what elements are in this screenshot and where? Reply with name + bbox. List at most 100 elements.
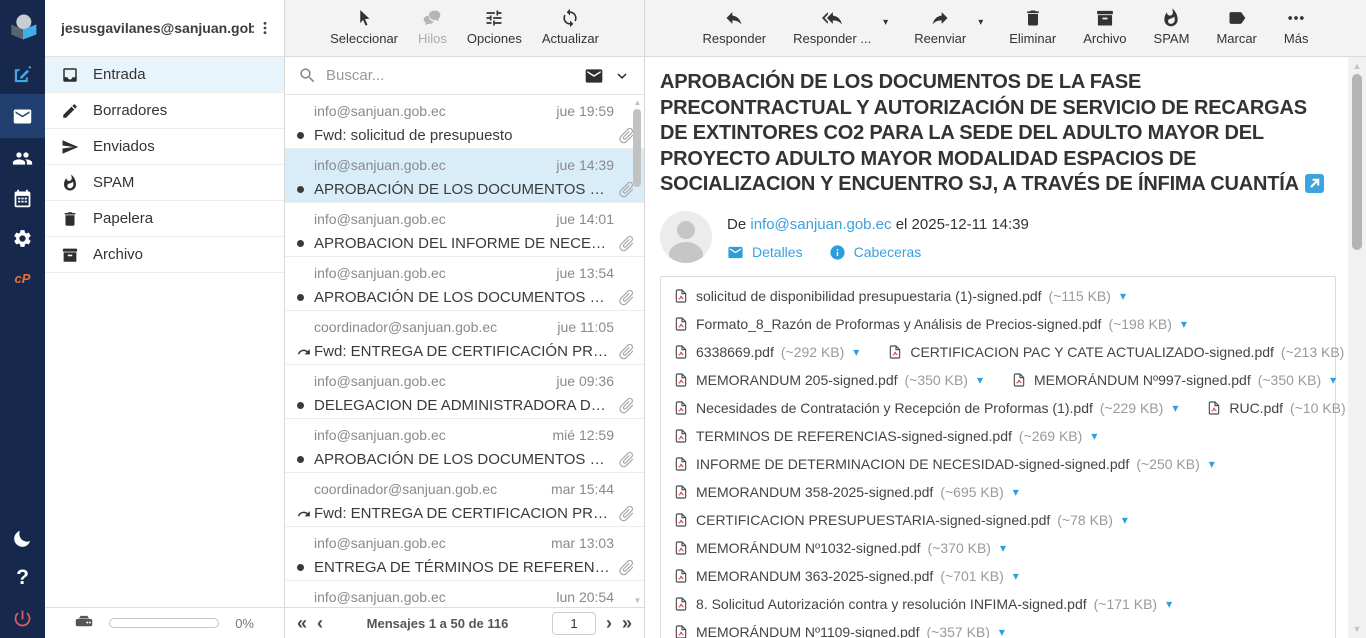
search-input[interactable] [326, 67, 575, 84]
rail-cpanel-button[interactable]: cP [0, 258, 45, 298]
message-list-item[interactable]: info@sanjuan.gob.ec jue 09:36 DELEGACION… [285, 365, 644, 419]
attachment-dropdown-caret[interactable]: ▾ [1013, 485, 1019, 499]
message-list-item[interactable]: info@sanjuan.gob.ec mié 12:59 APROBACIÓN… [285, 419, 644, 473]
message-list-item[interactable]: info@sanjuan.gob.ec jue 13:54 APROBACIÓN… [285, 257, 644, 311]
account-menu-button[interactable] [254, 16, 276, 40]
attachment[interactable]: 8. Solicitud Autorización contra y resol… [673, 595, 1172, 613]
forward-dropdown-caret[interactable]: ▾ [978, 17, 983, 28]
mark-button[interactable]: Marcar [1216, 8, 1256, 56]
attachment-dropdown-caret[interactable]: ▾ [999, 625, 1005, 638]
attachment[interactable]: solicitud de disponibilidad presupuestar… [673, 287, 1126, 305]
attachment[interactable]: MEMORANDUM 205-signed.pdf (~350 KB) ▾ [673, 371, 983, 389]
reply-button[interactable]: Responder [703, 8, 767, 56]
attachment[interactable]: MEMORANDUM 358-2025-signed.pdf (~695 KB)… [673, 483, 1019, 501]
page-number-input[interactable] [552, 612, 596, 635]
message-list-item[interactable]: coordinador@sanjuan.gob.ec mar 15:44 Fwd… [285, 473, 644, 527]
message-list-item[interactable]: info@sanjuan.gob.ec mar 13:03 ENTREGA DE… [285, 527, 644, 581]
refresh-button[interactable]: Actualizar [542, 8, 599, 56]
next-page-button[interactable]: › [606, 614, 612, 632]
reading-pane: Responder Responder ... ▾ Reenviar ▾ [645, 0, 1366, 638]
flame-icon [61, 174, 79, 192]
message-list-item[interactable]: info@sanjuan.gob.ec jue 19:59 Fwd: solic… [285, 95, 644, 149]
avatar-person-icon [677, 221, 695, 239]
spam-button[interactable]: SPAM [1154, 8, 1190, 56]
attachment[interactable]: INFORME DE DETERMINACION DE NECESIDAD-si… [673, 455, 1215, 473]
attachment-dropdown-caret[interactable]: ▾ [1120, 289, 1126, 303]
folder-item-entrada[interactable]: Entrada [45, 57, 284, 93]
attachment-dropdown-caret[interactable]: ▾ [1172, 401, 1178, 415]
unread-dot-icon [297, 186, 304, 193]
attachment[interactable]: Necesidades de Contratación y Recepción … [673, 399, 1178, 417]
attachment-dropdown-caret[interactable]: ▾ [1209, 457, 1215, 471]
attachment-dropdown-caret[interactable]: ▾ [1000, 541, 1006, 555]
rail-contacts-button[interactable] [0, 138, 45, 178]
attachment-dropdown-caret[interactable]: ▾ [853, 345, 859, 359]
reply-all-dropdown-caret[interactable]: ▾ [883, 17, 888, 28]
message-list-scrollbar[interactable]: ▲ ▼ [631, 96, 644, 607]
chevron-down-icon[interactable] [613, 67, 631, 85]
message-list-item[interactable]: info@sanjuan.gob.ec lun 20:54 [285, 581, 644, 607]
last-page-button[interactable]: » [622, 614, 632, 632]
attachment[interactable]: Formato_8_Razón de Proformas y Análisis … [673, 315, 1187, 333]
message-list-item[interactable]: info@sanjuan.gob.ec jue 14:01 APROBACION… [285, 203, 644, 257]
options-button[interactable]: Opciones [467, 8, 522, 56]
folder-item-archivo[interactable]: Archivo [45, 237, 284, 273]
threads-button[interactable]: Hilos [418, 8, 447, 56]
message-list-item[interactable]: info@sanjuan.gob.ec jue 14:39 APROBACIÓN… [285, 149, 644, 203]
attachment-dropdown-caret[interactable]: ▾ [977, 373, 983, 387]
scroll-down-arrow-icon[interactable]: ▼ [1348, 624, 1366, 634]
pdf-file-icon [1206, 399, 1222, 417]
forward-button[interactable]: Reenviar ▾ [914, 8, 966, 56]
from-email-link[interactable]: info@sanjuan.gob.ec [750, 216, 891, 233]
more-button[interactable]: Más [1284, 8, 1309, 56]
attachment-dropdown-caret[interactable]: ▾ [1166, 597, 1172, 611]
attachment-dropdown-caret[interactable]: ▾ [1091, 429, 1097, 443]
trash-icon [1023, 8, 1043, 28]
attachment-dropdown-caret[interactable]: ▾ [1181, 317, 1187, 331]
compose-button[interactable] [0, 54, 45, 94]
folder-item-spam[interactable]: SPAM [45, 165, 284, 201]
details-link[interactable]: Detalles [752, 244, 803, 260]
archive-button[interactable]: Archivo [1083, 8, 1126, 56]
attachment[interactable]: 6338669.pdf (~292 KB) ▾ [673, 343, 859, 361]
attachment[interactable]: MEMORANDUM 363-2025-signed.pdf (~701 KB)… [673, 567, 1019, 585]
account-header[interactable]: jesusgavilanes@sanjuan.gob.... [45, 0, 284, 57]
rail-calendar-button[interactable] [0, 178, 45, 218]
mail-filter-icon[interactable] [584, 66, 604, 86]
attachment-dropdown-caret[interactable]: ▾ [1330, 373, 1336, 387]
delete-button[interactable]: Eliminar [1009, 8, 1056, 56]
folder-item-papelera[interactable]: Papelera [45, 201, 284, 237]
attachment[interactable]: MEMORÁNDUM Nº1109-signed.pdf (~357 KB) ▾ [673, 623, 1005, 638]
dark-mode-button[interactable] [0, 518, 45, 558]
prev-page-button[interactable]: ‹ [317, 614, 323, 632]
folder-item-borradores[interactable]: Borradores [45, 93, 284, 129]
attachment[interactable]: TERMINOS DE REFERENCIAS-signed-signed.pd… [673, 427, 1097, 445]
reply-all-button[interactable]: Responder ... ▾ [793, 8, 871, 56]
rail-settings-button[interactable] [0, 218, 45, 258]
scroll-up-arrow-icon[interactable]: ▲ [631, 98, 644, 107]
message-list-item[interactable]: coordinador@sanjuan.gob.ec jue 11:05 Fwd… [285, 311, 644, 365]
scrollbar-thumb[interactable] [633, 109, 641, 187]
attachment-dropdown-caret[interactable]: ▾ [1122, 513, 1128, 527]
attachment-dropdown-caret[interactable]: ▾ [1013, 569, 1019, 583]
scrollbar-thumb[interactable] [1352, 74, 1362, 250]
logout-button[interactable] [0, 598, 45, 638]
headers-link[interactable]: Cabeceras [854, 244, 922, 260]
folder-item-enviados[interactable]: Enviados [45, 129, 284, 165]
message-subject: Fwd: solicitud de presupuesto [314, 127, 612, 144]
scroll-up-arrow-icon[interactable]: ▲ [1348, 61, 1366, 71]
attachment-row: solicitud de disponibilidad presupuestar… [673, 282, 1323, 310]
rail-mail-button[interactable] [0, 94, 45, 138]
attachment[interactable]: MEMORÁNDUM Nº1032-signed.pdf (~370 KB) ▾ [673, 539, 1006, 557]
open-in-new-icon[interactable] [1305, 174, 1324, 193]
reader-scrollbar[interactable]: ▲ ▼ [1348, 57, 1366, 638]
help-button[interactable]: ? [0, 558, 45, 598]
select-button[interactable]: Seleccionar [330, 8, 398, 56]
attachment[interactable]: CERTIFICACION PAC Y CATE ACTUALIZADO-sig… [887, 343, 1359, 361]
message-sender: coordinador@sanjuan.gob.ec [314, 481, 497, 497]
first-page-button[interactable]: « [297, 614, 307, 632]
attachment[interactable]: RUC.pdf (~10 KB) ▾ [1206, 399, 1360, 417]
scroll-down-arrow-icon[interactable]: ▼ [631, 596, 644, 605]
attachment[interactable]: MEMORÁNDUM Nº997-signed.pdf (~350 KB) ▾ [1011, 371, 1336, 389]
attachment[interactable]: CERTIFICACION PRESUPUESTARIA-signed-sign… [673, 511, 1128, 529]
